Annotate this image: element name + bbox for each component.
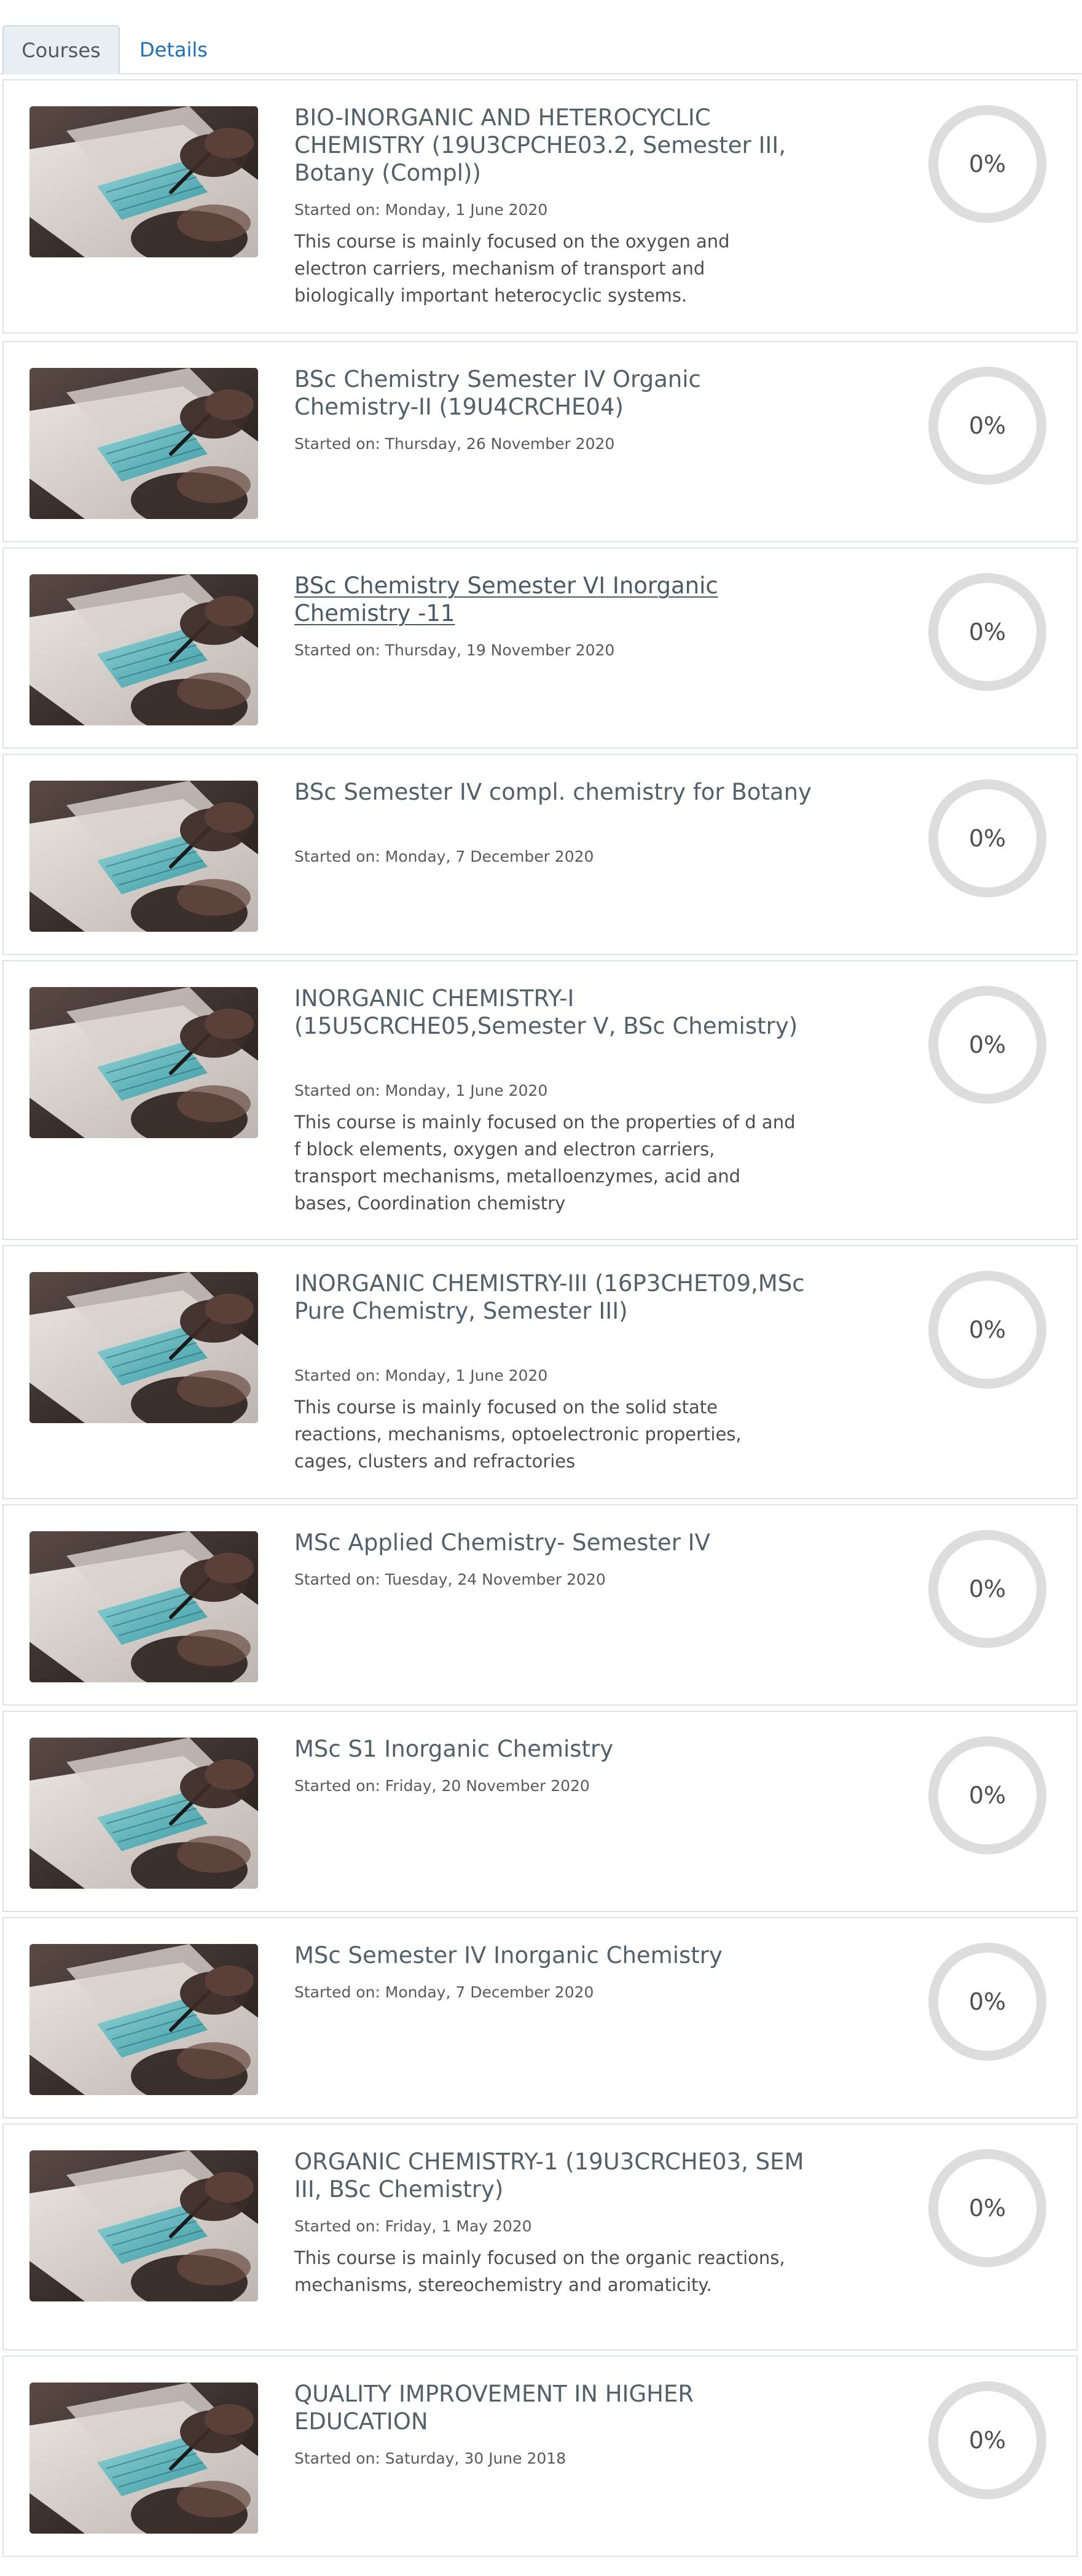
progress-percent: 0% [968, 1031, 1006, 1058]
progress-percent: 0% [968, 412, 1006, 439]
course-start-date: Started on: Friday, 1 May 2020 [294, 2217, 532, 2235]
course-description: This course is mainly focused on the org… [294, 2247, 785, 2295]
progress-percent: 0% [968, 150, 1006, 178]
progress-ring: 0% [927, 985, 1048, 1105]
course-title[interactable]: MSc S1 Inorganic Chemistry [294, 1735, 823, 1763]
course-image[interactable] [29, 1531, 258, 1682]
course-image[interactable] [29, 368, 258, 519]
course-card[interactable]: QUALITY IMPROVEMENT IN HIGHER EDUCATION … [2, 2355, 1078, 2557]
tab-courses[interactable]: Courses [2, 25, 120, 74]
progress-percent: 0% [968, 2195, 1006, 2222]
progress-percent: 0% [968, 1988, 1006, 2015]
course-start-date: Started on: Monday, 7 December 2020 [294, 1983, 594, 2001]
course-card[interactable]: BSc Semester IV compl. chemistry for Bot… [2, 754, 1078, 955]
course-image[interactable] [29, 1944, 258, 2095]
progress-percent: 0% [968, 1782, 1006, 1809]
progress-percent: 0% [968, 825, 1006, 852]
course-image[interactable] [29, 987, 258, 1138]
course-card[interactable]: BIO-INORGANIC AND HETEROCYCLIC CHEMISTRY… [2, 79, 1078, 334]
course-card[interactable]: MSc Semester IV Inorganic Chemistry Star… [2, 1917, 1078, 2118]
course-description: This course is mainly focused on the oxy… [294, 231, 730, 306]
progress-ring: 0% [927, 2380, 1048, 2500]
course-description: This course is mainly focused on the pro… [294, 1112, 796, 1214]
course-title[interactable]: QUALITY IMPROVEMENT IN HIGHER EDUCATION [294, 2380, 823, 2435]
course-card[interactable]: INORGANIC CHEMISTRY-III (16P3CHET09,MSc … [2, 1245, 1078, 1499]
progress-ring: 0% [927, 1942, 1048, 2062]
course-title[interactable]: BIO-INORGANIC AND HETEROCYCLIC CHEMISTRY… [294, 104, 823, 187]
course-start-date: Started on: Tuesday, 24 November 2020 [294, 1571, 606, 1588]
course-start-date: Started on: Thursday, 19 November 2020 [294, 641, 615, 659]
course-card[interactable]: BSc Chemistry Semester VI Inorganic Chem… [2, 547, 1078, 749]
course-image[interactable] [29, 106, 258, 257]
course-title[interactable]: INORGANIC CHEMISTRY-III (16P3CHET09,MSc … [294, 1270, 823, 1325]
course-card[interactable]: INORGANIC CHEMISTRY-I (15U5CRCHE05,Semes… [2, 960, 1078, 1240]
progress-percent: 0% [968, 619, 1006, 646]
progress-percent: 0% [968, 1316, 1006, 1343]
course-card[interactable]: ORGANIC CHEMISTRY-1 (19U3CRCHE03, SEM II… [2, 2123, 1078, 2351]
course-card[interactable]: MSc Applied Chemistry- Semester IV Start… [2, 1504, 1078, 1706]
progress-ring: 0% [927, 2148, 1048, 2268]
course-start-date: Started on: Friday, 20 November 2020 [294, 1777, 590, 1795]
course-start-date: Started on: Thursday, 26 November 2020 [294, 435, 615, 453]
course-title[interactable]: INORGANIC CHEMISTRY-I (15U5CRCHE05,Semes… [294, 985, 823, 1040]
course-title[interactable]: BSc Chemistry Semester IV Organic Chemis… [294, 365, 823, 421]
course-start-date: Started on: Monday, 1 June 2020 [294, 1367, 548, 1384]
course-start-date: Started on: Monday, 1 June 2020 [294, 201, 548, 219]
course-title[interactable]: MSc Semester IV Inorganic Chemistry [294, 1942, 823, 1969]
progress-percent: 0% [968, 1575, 1006, 1602]
progress-ring: 0% [927, 1735, 1048, 1856]
course-tabs: Courses Details [0, 25, 1082, 74]
course-title[interactable]: MSc Applied Chemistry- Semester IV [294, 1529, 823, 1556]
progress-ring: 0% [927, 572, 1048, 692]
course-card[interactable]: MSc S1 Inorganic Chemistry Started on: F… [2, 1711, 1078, 1912]
course-image[interactable] [29, 1738, 258, 1889]
course-title[interactable]: ORGANIC CHEMISTRY-1 (19U3CRCHE03, SEM II… [294, 2148, 823, 2203]
course-start-date: Started on: Saturday, 30 June 2018 [294, 2449, 566, 2467]
course-title[interactable]: BSc Semester IV compl. chemistry for Bot… [294, 778, 823, 806]
tab-details[interactable]: Details [126, 25, 221, 74]
progress-ring: 0% [927, 365, 1048, 486]
progress-ring: 0% [927, 1270, 1048, 1390]
progress-ring: 0% [927, 778, 1048, 899]
progress-percent: 0% [968, 2427, 1006, 2454]
course-image[interactable] [29, 2383, 258, 2534]
course-image[interactable] [29, 781, 258, 932]
course-image[interactable] [29, 2150, 258, 2301]
progress-ring: 0% [927, 1529, 1048, 1649]
course-card[interactable]: BSc Chemistry Semester IV Organic Chemis… [2, 341, 1078, 542]
course-start-date: Started on: Monday, 1 June 2020 [294, 1082, 548, 1099]
course-image[interactable] [29, 1272, 258, 1423]
course-title[interactable]: BSc Chemistry Semester VI Inorganic Chem… [294, 572, 823, 627]
course-description: This course is mainly focused on the sol… [294, 1397, 742, 1472]
progress-ring: 0% [927, 104, 1048, 224]
course-start-date: Started on: Monday, 7 December 2020 [294, 848, 594, 865]
course-image[interactable] [29, 574, 258, 725]
